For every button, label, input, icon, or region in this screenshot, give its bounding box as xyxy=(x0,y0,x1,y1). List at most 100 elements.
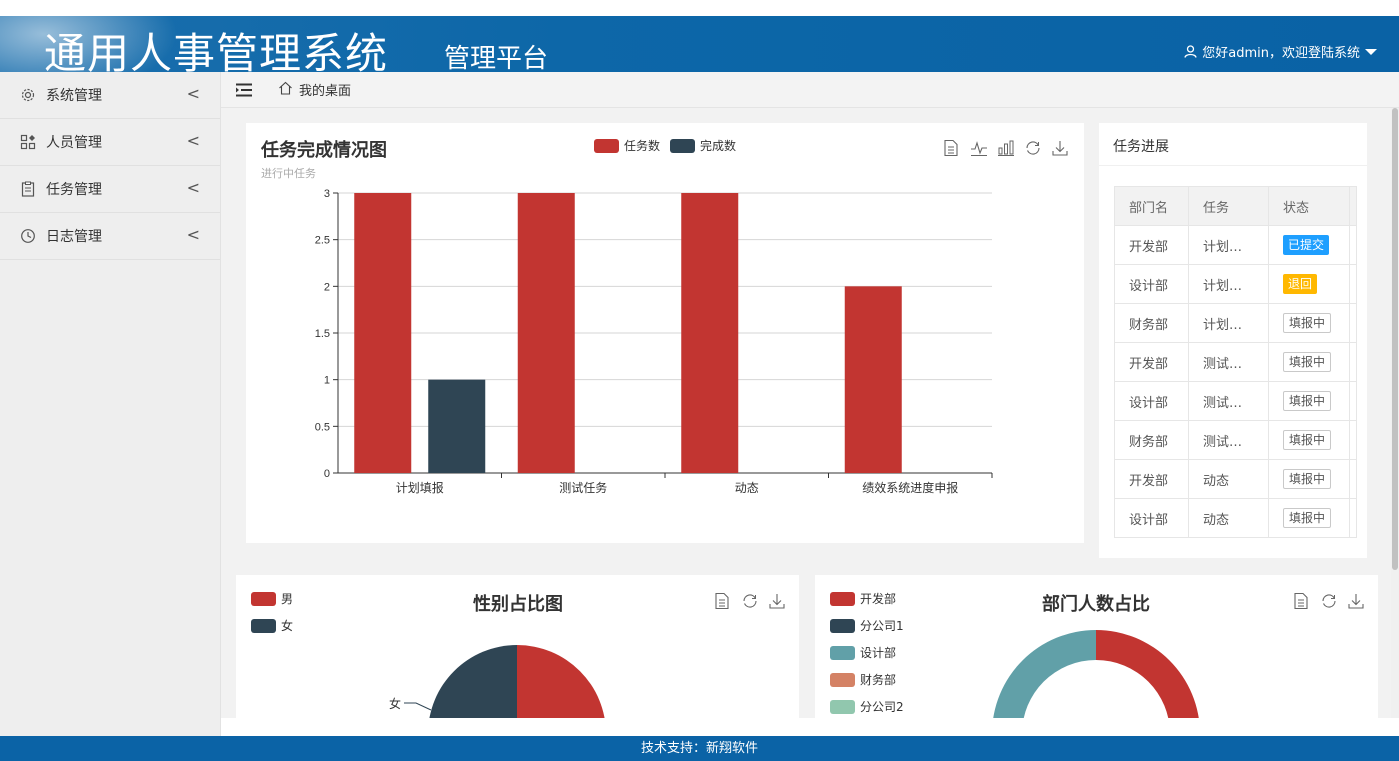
sidebar-item-label: 系统管理 xyxy=(46,88,102,104)
table-header-row: 部门名 任务 状态 xyxy=(1114,186,1357,226)
bar-task-count[interactable] xyxy=(681,193,739,473)
scrollbar-thumb[interactable] xyxy=(1392,108,1398,570)
bar-task-count[interactable] xyxy=(844,286,902,473)
chevron-left-icon: < xyxy=(186,131,200,150)
clipboard-icon xyxy=(20,181,36,197)
donut-slice-design[interactable] xyxy=(992,630,1096,718)
task-bar-chart: 0 0.5 1 1.5 2 2.5 3 计划填报 测试任务 动态 绩效系统进度申报 xyxy=(315,188,993,495)
user-icon xyxy=(1184,45,1197,58)
cell-task: 测试… xyxy=(1188,420,1269,460)
pie-label-line xyxy=(404,702,432,711)
x-tick-label: 动态 xyxy=(735,481,759,495)
dept-chart-card: 开发部 分公司1 设计部 财务部 分公司2 部门人数占比 xyxy=(815,575,1378,718)
status-badge[interactable]: 已提交 xyxy=(1283,235,1330,255)
status-badge[interactable]: 填报中 xyxy=(1283,508,1332,528)
status-badge[interactable]: 填报中 xyxy=(1283,313,1332,333)
sidebar-item-tasks[interactable]: 任务管理 < xyxy=(0,166,220,213)
caret-down-icon xyxy=(1365,48,1377,56)
table-scroll-gutter xyxy=(1349,498,1357,538)
status-badge[interactable]: 填报中 xyxy=(1283,430,1332,450)
x-tick-label: 计划填报 xyxy=(396,480,444,495)
table-row: 财务部 计划… 填报中 xyxy=(1114,303,1357,343)
apps-icon xyxy=(20,134,36,150)
table-header-task: 任务 xyxy=(1188,186,1269,226)
y-tick-label: 2 xyxy=(324,281,330,293)
task-progress-table: 部门名 任务 状态 开发部 计划… 已提交 设计部 计划… 退回 财务部 计划… 填报中 开发部测… xyxy=(1114,186,1357,538)
cell-task: 测试… xyxy=(1188,342,1269,382)
y-tick-label: 3 xyxy=(324,188,330,200)
table-scroll-gutter xyxy=(1349,264,1357,304)
card-divider xyxy=(1099,165,1367,166)
sidebar-item-personnel[interactable]: 人员管理 < xyxy=(0,119,220,166)
pie-slice-male[interactable] xyxy=(517,645,606,718)
table-scroll-gutter xyxy=(1349,225,1357,265)
task-chart-card: 任务完成情况图 进行中任务 任务数 完成数 0 0.5 1 1.5 2 2.5 3 计划填报测… xyxy=(246,123,1084,543)
cell-status: 填报中 xyxy=(1268,342,1350,382)
cell-task: 测试… xyxy=(1188,381,1269,421)
status-badge[interactable]: 退回 xyxy=(1283,274,1318,294)
app-brand-subtitle: 管理平台 xyxy=(444,44,549,72)
table-row: 开发部 测试… 填报中 xyxy=(1114,342,1357,382)
main-scrollbar[interactable] xyxy=(1391,108,1399,718)
table-scroll-gutter xyxy=(1349,303,1357,343)
chevron-left-icon: < xyxy=(186,225,200,244)
y-tick-label: 1.5 xyxy=(315,328,330,340)
cell-dept: 设计部 xyxy=(1114,264,1189,304)
status-badge[interactable]: 填报中 xyxy=(1283,352,1332,372)
table-scroll-gutter xyxy=(1349,186,1357,226)
cell-dept: 开发部 xyxy=(1114,225,1189,265)
breadcrumb-label: 我的桌面 xyxy=(299,84,352,99)
cell-task: 动态 xyxy=(1188,498,1269,538)
cell-dept: 财务部 xyxy=(1114,420,1189,460)
y-tick-label: 2.5 xyxy=(315,235,330,247)
cell-status: 填报中 xyxy=(1268,303,1350,343)
x-tick-label: 测试任务 xyxy=(559,480,607,495)
donut-slice-dev[interactable] xyxy=(1096,630,1200,718)
table-header-dept: 部门名 xyxy=(1114,186,1189,226)
menu-toggle-icon[interactable] xyxy=(236,83,254,97)
chevron-left-icon: < xyxy=(186,84,200,103)
chevron-left-icon: < xyxy=(186,178,200,197)
gear-icon xyxy=(20,87,36,103)
cell-task: 计划… xyxy=(1188,303,1269,343)
y-tick-label: 1 xyxy=(324,375,330,387)
app-header: 通用人事管理系统 管理平台 您好admin，欢迎登陆系统 xyxy=(0,16,1399,72)
cell-dept: 财务部 xyxy=(1114,303,1189,343)
status-badge[interactable]: 填报中 xyxy=(1283,469,1332,489)
user-menu[interactable]: 您好admin，欢迎登陆系统 xyxy=(1184,42,1377,61)
sidebar-item-label: 人员管理 xyxy=(46,135,102,151)
bar-done-count[interactable] xyxy=(428,379,486,473)
pie-slice-female[interactable] xyxy=(428,645,517,718)
cell-dept: 开发部 xyxy=(1114,342,1189,382)
y-tick-label: 0.5 xyxy=(315,421,330,433)
cell-status: 填报中 xyxy=(1268,420,1350,460)
table-row: 设计部 计划… 退回 xyxy=(1114,264,1357,304)
table-scroll-gutter xyxy=(1349,459,1357,499)
page-footer: 技术支持：新翔软件 xyxy=(0,736,1399,761)
table-row: 设计部 动态 填报中 xyxy=(1114,498,1357,538)
table-header-status: 状态 xyxy=(1268,186,1350,226)
sidebar-item-logs[interactable]: 日志管理 < xyxy=(0,213,220,260)
task-progress-card: 任务进展 部门名 任务 状态 开发部 计划… 已提交 设计部 计划… 退回 财务部 计划… 填报… xyxy=(1099,123,1367,558)
tab-my-desktop[interactable]: 我的桌面 xyxy=(278,80,351,99)
cell-status: 退回 xyxy=(1268,264,1350,304)
cell-dept: 设计部 xyxy=(1114,381,1189,421)
clock-icon xyxy=(20,228,36,244)
table-row: 财务部 测试… 填报中 xyxy=(1114,420,1357,460)
cell-task: 计划… xyxy=(1188,264,1269,304)
y-tick-label: 0 xyxy=(324,468,330,480)
bar-task-count[interactable] xyxy=(517,193,575,473)
sidebar-item-label: 任务管理 xyxy=(46,182,102,198)
table-row: 开发部 计划… 已提交 xyxy=(1114,225,1357,265)
user-greeting: 您好admin，欢迎登陆系统 xyxy=(1202,46,1360,61)
cell-task: 动态 xyxy=(1188,459,1269,499)
bar-task-count[interactable] xyxy=(354,193,412,473)
cell-status: 填报中 xyxy=(1268,498,1350,538)
cell-status: 填报中 xyxy=(1268,459,1350,499)
table-row: 设计部 测试… 填报中 xyxy=(1114,381,1357,421)
table-scroll-gutter xyxy=(1349,381,1357,421)
sidebar-item-system[interactable]: 系统管理 < xyxy=(0,72,220,119)
cell-task: 计划… xyxy=(1188,225,1269,265)
status-badge[interactable]: 填报中 xyxy=(1283,391,1332,411)
table-scroll-gutter xyxy=(1349,420,1357,460)
